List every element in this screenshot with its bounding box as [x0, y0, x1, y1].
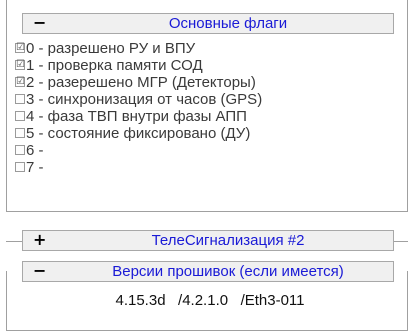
collapse-firmware-button[interactable]: − — [33, 262, 46, 281]
flag-label: 1 - проверка памяти СОД — [26, 57, 203, 74]
flag-label: 7 - — [26, 159, 44, 176]
flag-checkbox[interactable] — [15, 94, 25, 104]
firmware-versions-text: 4.15.3d /4.2.1.0 /Eth3-011 — [115, 292, 305, 309]
flag-checkbox[interactable] — [15, 111, 25, 121]
telesignal-header[interactable]: + ТелеСигнализация #2 — [22, 230, 394, 251]
telesignal-edge-left — [6, 241, 22, 242]
flag-checkbox[interactable]: ☑ — [15, 60, 25, 70]
telesignal-title[interactable]: ТелеСигнализация #2 — [63, 231, 393, 250]
flag-checkbox[interactable] — [15, 162, 25, 172]
flag-label: 4 - фаза ТВП внутри фазы АПП — [26, 108, 247, 125]
flag-label: 6 - — [26, 142, 44, 159]
flag-label: 0 - разрешено РУ и ВПУ — [26, 40, 196, 57]
flag-label: 2 - разерешено МГР (Детекторы) — [26, 74, 256, 91]
main-flags-header[interactable]: − Основные флаги — [22, 13, 394, 34]
telesignal-edge-right — [394, 241, 408, 242]
flag-checkbox[interactable] — [15, 145, 25, 155]
flag-label: 5 - состояние фиксировано (ДУ) — [26, 125, 251, 142]
flag-checkbox[interactable] — [15, 128, 25, 138]
collapse-main-flags-button[interactable]: − — [33, 14, 46, 33]
firmware-title[interactable]: Версии прошивок (если имеется) — [63, 262, 393, 281]
main-flags-title[interactable]: Основные флаги — [63, 14, 393, 33]
firmware-header[interactable]: − Версии прошивок (если имеется) — [22, 261, 394, 282]
flag-checkbox[interactable]: ☑ — [15, 77, 25, 87]
flag-checkbox[interactable]: ☑ — [15, 43, 25, 53]
expand-telesignal-button[interactable]: + — [33, 231, 46, 250]
flag-label: 3 - синхронизация от часов (GPS) — [26, 91, 263, 108]
